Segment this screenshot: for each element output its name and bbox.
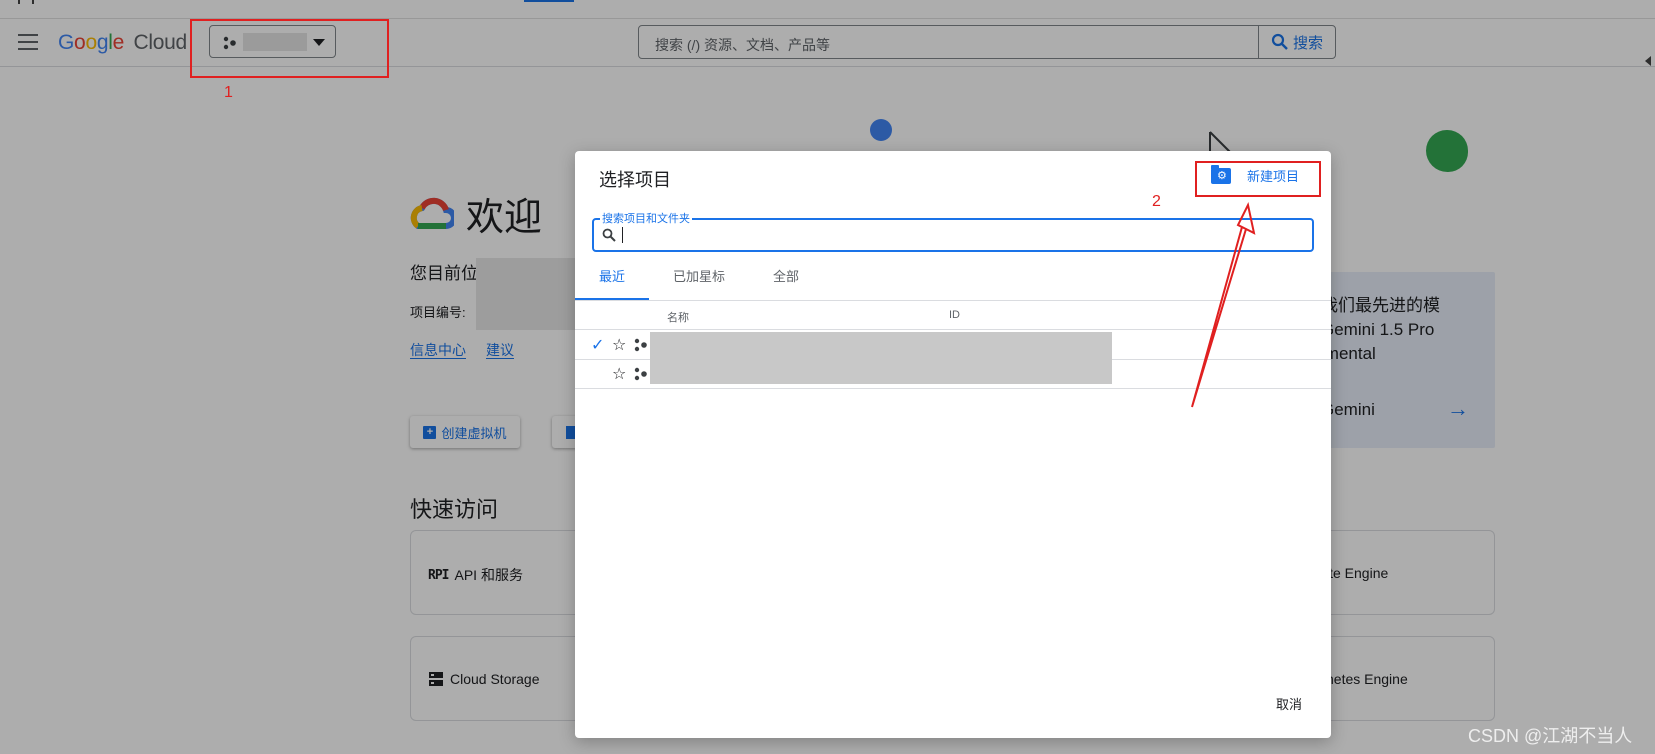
annotation-number-1: 1: [224, 84, 233, 101]
checkmark-icon: ✓: [591, 337, 605, 354]
annotation-arrow: [1191, 202, 1256, 408]
project-nodes-icon: [634, 367, 647, 381]
annotation-box-1: [190, 19, 389, 78]
star-icon[interactable]: ☆: [612, 364, 626, 384]
search-icon: [602, 228, 616, 242]
redacted-project-rows: [650, 332, 1112, 384]
star-icon[interactable]: ☆: [612, 335, 626, 355]
project-nodes-icon: [634, 338, 647, 352]
annotation-number-2: 2: [1152, 193, 1161, 210]
tab-all[interactable]: 全部: [773, 262, 799, 300]
annotation-box-2: [1195, 161, 1321, 197]
text-cursor: [622, 227, 623, 243]
tab-starred[interactable]: 已加星标: [673, 262, 725, 300]
column-name[interactable]: 名称: [667, 309, 689, 325]
search-field-label: 搜索项目和文件夹: [600, 210, 692, 226]
watermark: CSDN @江湖不当人: [1468, 726, 1633, 746]
tab-recent[interactable]: 最近: [575, 262, 649, 300]
cancel-button[interactable]: 取消: [1276, 694, 1302, 713]
dialog-title: 选择项目: [599, 170, 671, 190]
column-id[interactable]: ID: [949, 309, 960, 321]
